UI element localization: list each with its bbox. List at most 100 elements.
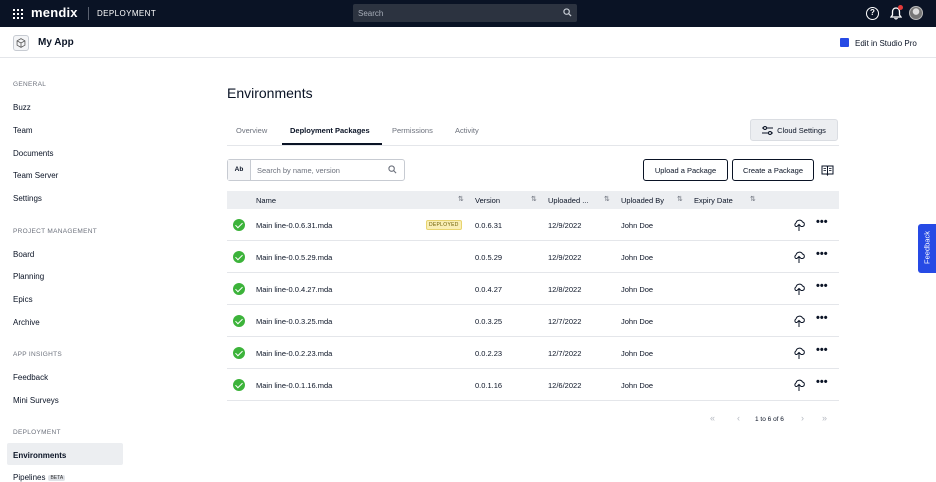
feedback-tab[interactable]: Feedback bbox=[918, 224, 936, 273]
avatar[interactable] bbox=[909, 6, 923, 20]
sidebar-item-archive[interactable]: Archive bbox=[13, 318, 40, 327]
column-header-name[interactable]: Name bbox=[256, 196, 276, 205]
table-row[interactable]: Main line-0.0.2.23.mda 0.0.2.23 12/7/2022 J… bbox=[227, 337, 839, 369]
more-options-icon[interactable]: ••• bbox=[816, 376, 828, 388]
status-success-icon bbox=[233, 379, 245, 391]
tab-permissions[interactable]: Permissions bbox=[392, 126, 433, 135]
sidebar-item-settings[interactable]: Settings bbox=[13, 194, 42, 203]
sidebar-item-planning[interactable]: Planning bbox=[13, 272, 44, 281]
uploaded-date: 12/7/2022 bbox=[548, 349, 582, 358]
upload-package-button[interactable]: Upload a Package bbox=[643, 159, 728, 181]
deploy-icon[interactable] bbox=[793, 250, 805, 264]
table-row[interactable]: Main line-0.0.6.31.mda DEPLOYED 0.0.6.31 12… bbox=[227, 209, 839, 241]
app-name[interactable]: My App bbox=[38, 37, 74, 48]
cloud-settings-button[interactable]: Cloud Settings bbox=[750, 119, 838, 141]
deployed-badge: DEPLOYED bbox=[426, 220, 462, 230]
more-options-icon[interactable]: ••• bbox=[816, 248, 828, 260]
sidebar-item-epics[interactable]: Epics bbox=[13, 295, 33, 304]
deploy-icon[interactable] bbox=[793, 282, 805, 296]
package-name: Main line-0.0.3.25.mda bbox=[256, 317, 333, 326]
search-mode-toggle[interactable]: Ab bbox=[228, 160, 251, 180]
package-version: 0.0.4.27 bbox=[475, 285, 503, 294]
prev-page-button[interactable]: ‹ bbox=[737, 413, 740, 423]
deploy-icon[interactable] bbox=[793, 314, 805, 328]
sort-icon[interactable]: ⇅ bbox=[458, 195, 464, 203]
active-tab-indicator bbox=[282, 143, 382, 145]
sidebar-section-project-management: PROJECT MANAGEMENT bbox=[13, 228, 98, 235]
package-search-input[interactable] bbox=[252, 160, 382, 180]
studio-pro-icon[interactable] bbox=[840, 38, 849, 47]
uploaded-date: 12/8/2022 bbox=[548, 285, 582, 294]
app-switcher-icon[interactable] bbox=[13, 9, 23, 19]
package-name: Main line-0.0.1.16.mda bbox=[256, 381, 333, 390]
column-header-version[interactable]: Version bbox=[475, 196, 500, 205]
deploy-icon[interactable] bbox=[793, 218, 805, 232]
uploaded-date: 12/9/2022 bbox=[548, 221, 582, 230]
sidebar-item-environments[interactable]: Environments bbox=[13, 451, 66, 460]
sidebar-item-buzz[interactable]: Buzz bbox=[13, 103, 31, 112]
cloud-settings-label: Cloud Settings bbox=[777, 125, 826, 135]
create-package-button[interactable]: Create a Package bbox=[732, 159, 814, 181]
page-title: Environments bbox=[227, 85, 313, 101]
app-header: My App Edit in Studio Pro bbox=[0, 27, 936, 58]
more-options-icon[interactable]: ••• bbox=[816, 216, 828, 228]
global-search-input[interactable] bbox=[353, 4, 553, 22]
package-name: Main line-0.0.2.23.mda bbox=[256, 349, 333, 358]
sort-icon[interactable]: ⇅ bbox=[677, 195, 683, 203]
package-name: Main line-0.0.5.29.mda bbox=[256, 253, 333, 262]
uploaded-by: John Doe bbox=[621, 253, 654, 262]
help-icon[interactable]: ? bbox=[866, 7, 879, 20]
sidebar-section-app-insights: APP INSIGHTS bbox=[13, 351, 62, 358]
column-header-expiry-date[interactable]: Expiry Date bbox=[694, 196, 733, 205]
pagination-info: 1 to 6 of 6 bbox=[755, 416, 784, 423]
tab-activity[interactable]: Activity bbox=[455, 126, 479, 135]
divider bbox=[88, 7, 89, 20]
sidebar-item-team-server[interactable]: Team Server bbox=[13, 171, 58, 180]
table-row[interactable]: Main line-0.0.1.16.mda 0.0.1.16 12/6/2022 J… bbox=[227, 369, 839, 401]
sidebar-section-general: GENERAL bbox=[13, 81, 47, 88]
edit-in-studio-pro-link[interactable]: Edit in Studio Pro bbox=[855, 39, 917, 48]
table-row[interactable]: Main line-0.0.5.29.mda 0.0.5.29 12/9/2022 J… bbox=[227, 241, 839, 273]
column-header-uploaded-by[interactable]: Uploaded By bbox=[621, 196, 664, 205]
uploaded-by: John Doe bbox=[621, 285, 654, 294]
sort-icon[interactable]: ⇅ bbox=[531, 195, 537, 203]
package-version: 0.0.5.29 bbox=[475, 253, 503, 262]
book-icon[interactable] bbox=[821, 164, 834, 176]
deploy-icon[interactable] bbox=[793, 346, 805, 360]
section-label: DEPLOYMENT bbox=[97, 9, 157, 18]
more-options-icon[interactable]: ••• bbox=[816, 344, 828, 356]
sidebar-item-documents[interactable]: Documents bbox=[13, 149, 53, 158]
table-row[interactable]: Main line-0.0.4.27.mda 0.0.4.27 12/8/2022 J… bbox=[227, 273, 839, 305]
package-version: 0.0.3.25 bbox=[475, 317, 503, 326]
package-name: Main line-0.0.6.31.mda bbox=[256, 221, 333, 230]
sidebar-item-mini-surveys[interactable]: Mini Surveys bbox=[13, 396, 59, 405]
status-success-icon bbox=[233, 347, 245, 359]
status-success-icon bbox=[233, 251, 245, 263]
uploaded-by: John Doe bbox=[621, 221, 654, 230]
package-version: 0.0.1.16 bbox=[475, 381, 503, 390]
more-options-icon[interactable]: ••• bbox=[816, 280, 828, 292]
deploy-icon[interactable] bbox=[793, 378, 805, 392]
package-search[interactable]: Ab bbox=[227, 159, 405, 181]
search-icon[interactable] bbox=[388, 165, 397, 174]
brand-logo[interactable]: mendix bbox=[31, 5, 78, 20]
table-row[interactable]: Main line-0.0.3.25.mda 0.0.3.25 12/7/2022 J… bbox=[227, 305, 839, 337]
package-version: 0.0.2.23 bbox=[475, 349, 503, 358]
sort-icon[interactable]: ⇅ bbox=[604, 195, 610, 203]
sidebar-item-feedback[interactable]: Feedback bbox=[13, 373, 48, 382]
sidebar-item-board[interactable]: Board bbox=[13, 250, 34, 259]
first-page-button[interactable]: « bbox=[710, 413, 715, 423]
sidebar-item-pipelines[interactable]: Pipelines BETA bbox=[13, 473, 66, 482]
tab-deployment-packages[interactable]: Deployment Packages bbox=[290, 126, 370, 135]
sidebar-item-team[interactable]: Team bbox=[13, 126, 33, 135]
next-page-button[interactable]: › bbox=[801, 413, 804, 423]
global-search[interactable] bbox=[353, 4, 577, 22]
more-options-icon[interactable]: ••• bbox=[816, 312, 828, 324]
search-icon[interactable] bbox=[563, 8, 572, 17]
sort-icon[interactable]: ⇅ bbox=[750, 195, 756, 203]
top-bar: mendix DEPLOYMENT ? bbox=[0, 0, 936, 27]
column-header-uploaded[interactable]: Uploaded ... bbox=[548, 196, 588, 205]
tab-overview[interactable]: Overview bbox=[236, 126, 267, 135]
last-page-button[interactable]: » bbox=[822, 413, 827, 423]
uploaded-date: 12/9/2022 bbox=[548, 253, 582, 262]
